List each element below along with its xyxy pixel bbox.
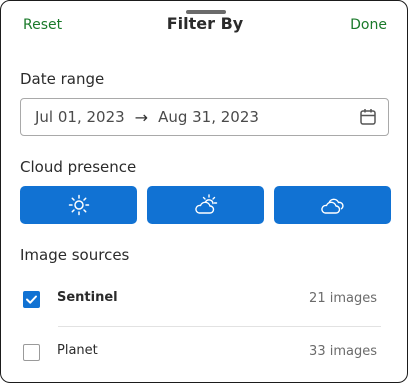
source-name: Sentinel [57, 290, 118, 305]
partly-cloudy-icon [194, 194, 217, 214]
planet-checkbox[interactable] [23, 344, 40, 361]
source-row-sentinel[interactable]: Sentinel 21 images [20, 285, 381, 315]
source-count: 21 images [309, 291, 377, 306]
filter-sheet: Reset Filter By Done Date range Jul 01, … [0, 0, 408, 383]
checkmark-icon [26, 295, 37, 304]
partly-cloudy-button[interactable] [147, 186, 264, 224]
divider [58, 326, 381, 327]
source-count: 33 images [309, 344, 377, 359]
clear-sky-button[interactable] [20, 186, 137, 224]
sun-icon [68, 194, 89, 216]
image-sources-label: Image sources [20, 246, 130, 264]
cloud-presence-options [20, 186, 391, 224]
calendar-icon[interactable] [360, 108, 376, 130]
source-row-planet[interactable]: Planet 33 images [20, 338, 381, 368]
arrow-right-icon: → [134, 107, 149, 127]
sentinel-checkbox[interactable] [23, 291, 40, 308]
source-name: Planet [57, 343, 98, 358]
date-range-label: Date range [20, 70, 105, 88]
cloud-presence-label: Cloud presence [20, 158, 137, 176]
end-date: Aug 31, 2023 [158, 108, 259, 126]
start-date: Jul 01, 2023 [35, 108, 125, 126]
date-range-field[interactable]: Jul 01, 2023 → Aug 31, 2023 [20, 98, 389, 136]
cloudy-button[interactable] [274, 186, 391, 224]
done-button[interactable]: Done [350, 17, 387, 33]
cloudy-icon [320, 198, 344, 214]
sheet-title: Filter By [166, 14, 244, 33]
